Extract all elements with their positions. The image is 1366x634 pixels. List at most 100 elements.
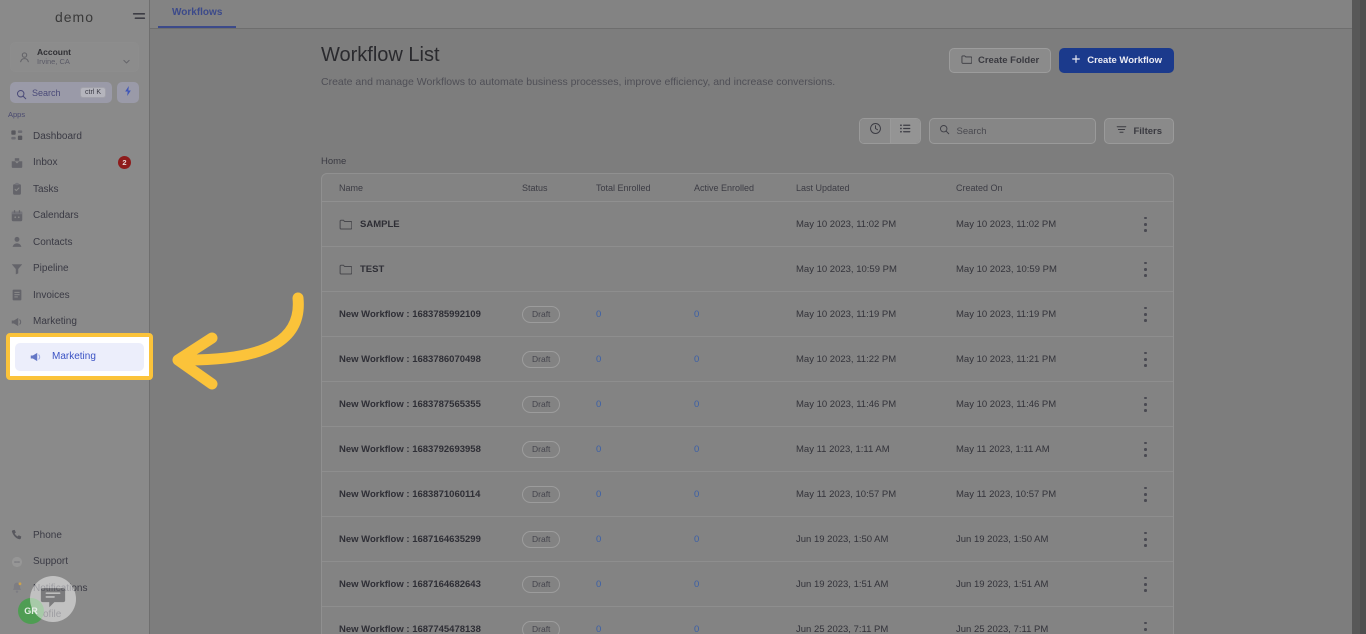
sidebar-search-button[interactable]: Search ctrl K bbox=[10, 82, 112, 103]
row-name-cell[interactable]: SAMPLE bbox=[322, 218, 522, 231]
kebab-menu-icon[interactable] bbox=[1144, 621, 1147, 634]
table-row[interactable]: New Workflow : 1683787565355 Draft 0 0 May 1… bbox=[322, 382, 1173, 428]
row-active-enrolled-cell[interactable]: 0 bbox=[694, 444, 796, 455]
enrolled-count-link[interactable]: 0 bbox=[694, 624, 699, 634]
row-created-on-cell: Jun 25 2023, 7:11 PM bbox=[956, 623, 1049, 634]
row-active-enrolled-cell[interactable]: 0 bbox=[694, 354, 796, 365]
sidebar-item-inbox[interactable]: Inbox 2 bbox=[0, 150, 149, 177]
enrolled-count-link[interactable]: 0 bbox=[694, 399, 699, 410]
marketing-highlight-box[interactable]: Marketing bbox=[6, 333, 153, 380]
status-badge: Draft bbox=[522, 440, 561, 458]
sidebar-item-tasks[interactable]: Tasks bbox=[0, 176, 149, 203]
enrolled-count-link[interactable]: 0 bbox=[694, 444, 699, 455]
kebab-menu-icon[interactable] bbox=[1144, 441, 1147, 457]
filters-button[interactable]: Filters bbox=[1104, 118, 1174, 145]
account-selector[interactable]: Account Irvine, CA bbox=[10, 42, 139, 72]
enrolled-count-link[interactable]: 0 bbox=[596, 489, 601, 500]
row-name-cell[interactable]: New Workflow : 1687164682643 bbox=[322, 579, 522, 590]
kebab-menu-icon[interactable] bbox=[1144, 351, 1147, 367]
enrolled-count-link[interactable]: 0 bbox=[694, 534, 699, 545]
row-name-cell[interactable]: New Workflow : 1687164635299 bbox=[322, 534, 522, 545]
enrolled-count-link[interactable]: 0 bbox=[596, 579, 601, 590]
enrolled-count-link[interactable]: 0 bbox=[596, 399, 601, 410]
sidebar-item-dashboard[interactable]: Dashboard bbox=[0, 123, 149, 150]
row-name-cell[interactable]: New Workflow : 1683786070498 bbox=[322, 354, 522, 365]
tab-workflows[interactable]: Workflows bbox=[158, 0, 237, 28]
breadcrumb[interactable]: Home bbox=[321, 156, 1174, 167]
row-created-on-cell: Jun 19 2023, 1:51 AM bbox=[956, 578, 1049, 590]
search-input[interactable] bbox=[956, 125, 1087, 137]
table-row[interactable]: TEST May 10 2023, 10:59 PM May 10 2023, 10… bbox=[322, 247, 1173, 293]
enrolled-count-link[interactable]: 0 bbox=[694, 489, 699, 500]
enrolled-count-link[interactable]: 0 bbox=[596, 309, 601, 320]
row-actions-cell bbox=[1119, 216, 1173, 232]
table-row[interactable]: SAMPLE May 10 2023, 11:02 PM May 10 2023, … bbox=[322, 202, 1173, 248]
row-name-cell[interactable]: New Workflow : 1683871060114 bbox=[322, 489, 522, 500]
table-row[interactable]: New Workflow : 1683786070498 Draft 0 0 May 1… bbox=[322, 337, 1173, 383]
create-workflow-button[interactable]: Create Workflow bbox=[1059, 48, 1174, 73]
search-input-wrapper[interactable] bbox=[929, 118, 1097, 145]
row-status-cell: Draft bbox=[522, 530, 596, 548]
row-name-cell[interactable]: New Workflow : 1687745478138 bbox=[322, 624, 522, 634]
kebab-menu-icon[interactable] bbox=[1144, 531, 1147, 547]
row-name-cell[interactable]: New Workflow : 1683792693958 bbox=[322, 444, 522, 455]
table-row[interactable]: New Workflow : 1687745478138 Draft 0 0 Jun 2… bbox=[322, 607, 1173, 634]
quick-actions-button[interactable] bbox=[117, 82, 139, 103]
row-total-enrolled-cell[interactable]: 0 bbox=[596, 624, 694, 634]
row-total-enrolled-cell[interactable]: 0 bbox=[596, 444, 694, 455]
right-scroll-strip[interactable] bbox=[1352, 0, 1366, 634]
table-row[interactable]: New Workflow : 1687164682643 Draft 0 0 Jun 1… bbox=[322, 562, 1173, 608]
sidebar-item-marketing[interactable]: Marketing bbox=[0, 309, 149, 336]
enrolled-count-link[interactable]: 0 bbox=[694, 309, 699, 320]
chat-widget-button[interactable] bbox=[30, 576, 76, 622]
row-total-enrolled-cell[interactable]: 0 bbox=[596, 309, 694, 320]
scrollbar-track[interactable] bbox=[1360, 0, 1366, 634]
create-folder-button[interactable]: Create Folder bbox=[948, 48, 1052, 73]
brand-logo[interactable]: demo bbox=[0, 0, 149, 34]
row-name-cell[interactable]: New Workflow : 1683787565355 bbox=[322, 399, 522, 410]
row-actions-cell bbox=[1119, 576, 1173, 592]
row-active-enrolled-cell[interactable]: 0 bbox=[694, 534, 796, 545]
enrolled-count-link[interactable]: 0 bbox=[694, 579, 699, 590]
row-total-enrolled-cell[interactable]: 0 bbox=[596, 399, 694, 410]
list-view-button[interactable] bbox=[890, 119, 921, 144]
row-total-enrolled-cell[interactable]: 0 bbox=[596, 579, 694, 590]
row-total-enrolled-cell[interactable]: 0 bbox=[596, 489, 694, 500]
row-actions-cell bbox=[1119, 531, 1173, 547]
row-active-enrolled-cell[interactable]: 0 bbox=[694, 579, 796, 590]
kebab-menu-icon[interactable] bbox=[1144, 306, 1147, 322]
table-row[interactable]: New Workflow : 1687164635299 Draft 0 0 Jun 1… bbox=[322, 517, 1173, 563]
row-active-enrolled-cell[interactable]: 0 bbox=[694, 309, 796, 320]
sidebar-item-phone[interactable]: Phone bbox=[0, 522, 149, 549]
kebab-menu-icon[interactable] bbox=[1144, 486, 1147, 502]
enrolled-count-link[interactable]: 0 bbox=[596, 354, 601, 365]
row-active-enrolled-cell[interactable]: 0 bbox=[694, 399, 796, 410]
kebab-menu-icon[interactable] bbox=[1144, 261, 1147, 277]
row-active-enrolled-cell[interactable]: 0 bbox=[694, 624, 796, 634]
enrolled-count-link[interactable]: 0 bbox=[596, 444, 601, 455]
table-row[interactable]: New Workflow : 1683792693958 Draft 0 0 May 1… bbox=[322, 427, 1173, 473]
kebab-menu-icon[interactable] bbox=[1144, 576, 1147, 592]
kebab-menu-icon[interactable] bbox=[1144, 216, 1147, 232]
table-row[interactable]: New Workflow : 1683785992109 Draft 0 0 May 1… bbox=[322, 292, 1173, 338]
row-total-enrolled-cell[interactable]: 0 bbox=[596, 534, 694, 545]
table-row[interactable]: New Workflow : 1683871060114 Draft 0 0 May 1… bbox=[322, 472, 1173, 518]
hamburger-menu-icon[interactable] bbox=[132, 9, 146, 20]
history-view-button[interactable] bbox=[860, 119, 891, 144]
sidebar-item-pipeline[interactable]: Pipeline bbox=[0, 256, 149, 283]
sidebar-item-contacts[interactable]: Contacts bbox=[0, 229, 149, 256]
enrolled-count-link[interactable]: 0 bbox=[694, 354, 699, 365]
row-created-on-cell: May 10 2023, 11:21 PM bbox=[956, 353, 1057, 365]
sidebar-item-support[interactable]: Support bbox=[0, 549, 149, 576]
row-active-enrolled-cell[interactable]: 0 bbox=[694, 489, 796, 500]
row-name-cell[interactable]: New Workflow : 1683785992109 bbox=[322, 309, 522, 320]
sidebar-item-calendars[interactable]: Calendars bbox=[0, 203, 149, 230]
row-total-enrolled-cell[interactable]: 0 bbox=[596, 354, 694, 365]
page-header: Workflow List Create and manage Workflow… bbox=[321, 29, 1174, 90]
enrolled-count-link[interactable]: 0 bbox=[596, 534, 601, 545]
enrolled-count-link[interactable]: 0 bbox=[596, 624, 601, 634]
app-root: demo Account Irvine, CA Search ctrl K Ap… bbox=[0, 0, 1366, 634]
kebab-menu-icon[interactable] bbox=[1144, 396, 1147, 412]
row-name-cell[interactable]: TEST bbox=[322, 263, 522, 276]
sidebar-item-invoices[interactable]: Invoices bbox=[0, 282, 149, 309]
